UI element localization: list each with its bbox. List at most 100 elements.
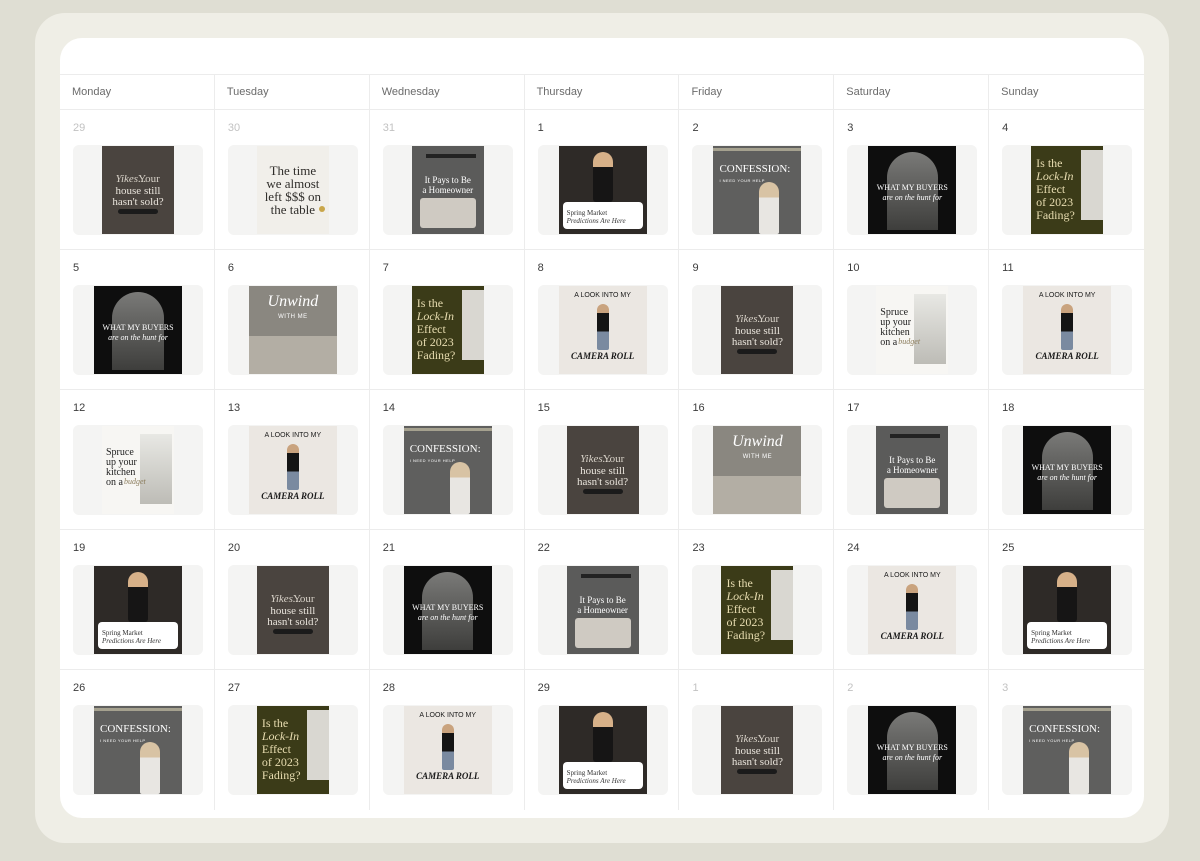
scheduled-post-card[interactable]: Yikes... Your house still hasn't sold? [537,425,668,515]
calendar-day-cell[interactable]: 1 Spring Market Predictions Are Here [525,110,680,249]
post-thumbnail[interactable]: It Pays to Be a Homeowner [876,426,949,514]
scheduled-post-card[interactable]: A LOOK INTO MY CAMERA ROLL [537,285,668,375]
calendar-day-cell[interactable]: 29 Yikes... Your house still hasn't sold? [60,110,215,249]
scheduled-post-card[interactable]: CONFESSION: I NEED YOUR HELP [382,425,513,515]
calendar-day-cell[interactable]: 9 Yikes... Your house still hasn't sold? [679,250,835,389]
post-thumbnail[interactable]: It Pays to Be a Homeowner [566,566,639,654]
post-thumbnail[interactable]: Is the Lock-In Effect of 2023 Fading? [1031,146,1104,234]
post-thumbnail[interactable]: Unwind WITH ME [248,286,337,374]
scheduled-post-card[interactable]: Is the Lock-In Effect of 2023 Fading? [382,285,513,375]
post-thumbnail[interactable]: A LOOK INTO MY CAMERA ROLL [558,286,647,374]
post-thumbnail[interactable]: A LOOK INTO MY CAMERA ROLL [248,426,337,514]
calendar-day-cell[interactable]: 31 It Pays to Be a Homeowner [370,110,525,249]
scheduled-post-card[interactable]: WHAT MY BUYERS are on the hunt for [847,705,978,795]
calendar-day-cell[interactable]: 2 CONFESSION: I NEED YOUR HELP [679,110,835,249]
post-thumbnail[interactable]: WHAT MY BUYERS are on the hunt for [868,146,957,234]
scheduled-post-card[interactable]: Unwind WITH ME [227,285,358,375]
calendar-day-cell[interactable]: 8 A LOOK INTO MY CAMERA ROLL [525,250,680,389]
calendar-day-cell[interactable]: 26 CONFESSION: I NEED YOUR HELP [60,670,215,810]
calendar-day-cell[interactable]: 5 WHAT MY BUYERS are on the hunt for [60,250,215,389]
post-thumbnail[interactable]: It Pays to Be a Homeowner [411,146,484,234]
scheduled-post-card[interactable]: CONFESSION: I NEED YOUR HELP [73,705,203,795]
scheduled-post-card[interactable]: Unwind WITH ME [692,425,823,515]
scheduled-post-card[interactable]: A LOOK INTO MY CAMERA ROLL [1002,285,1133,375]
scheduled-post-card[interactable]: A LOOK INTO MY CAMERA ROLL [847,565,978,655]
scheduled-post-card[interactable]: Yikes... Your house still hasn't sold? [73,145,203,235]
scheduled-post-card[interactable]: Spring Market Predictions Are Here [537,705,668,795]
post-thumbnail[interactable]: Unwind WITH ME [713,426,802,514]
post-thumbnail[interactable]: Yikes... Your house still hasn't sold? [102,146,174,234]
scheduled-post-card[interactable]: CONFESSION: I NEED YOUR HELP [1002,705,1133,795]
scheduled-post-card[interactable]: WHAT MY BUYERS are on the hunt for [73,285,203,375]
calendar-day-cell[interactable]: 2 WHAT MY BUYERS are on the hunt for [834,670,990,810]
scheduled-post-card[interactable]: A LOOK INTO MY CAMERA ROLL [382,705,513,795]
calendar-day-cell[interactable]: 7 Is the Lock-In Effect of 2023 Fading? [370,250,525,389]
calendar-day-cell[interactable]: 6 Unwind WITH ME [215,250,370,389]
calendar-day-cell[interactable]: 14 CONFESSION: I NEED YOUR HELP [370,390,525,529]
scheduled-post-card[interactable]: WHAT MY BUYERS are on the hunt for [382,565,513,655]
post-thumbnail[interactable]: Yikes... Your house still hasn't sold? [566,426,639,514]
calendar-day-cell[interactable]: 21 WHAT MY BUYERS are on the hunt for [370,530,525,669]
scheduled-post-card[interactable]: Yikes... Your house still hasn't sold? [227,565,358,655]
post-thumbnail[interactable]: CONFESSION: I NEED YOUR HELP [1023,706,1112,794]
scheduled-post-card[interactable]: Spruce up your kitchen on a budget [847,285,978,375]
post-thumbnail[interactable]: Spruce up your kitchen on a budget [102,426,174,514]
post-thumbnail[interactable]: A LOOK INTO MY CAMERA ROLL [1023,286,1112,374]
post-thumbnail[interactable]: A LOOK INTO MY CAMERA ROLL [868,566,957,654]
post-thumbnail[interactable]: WHAT MY BUYERS are on the hunt for [868,706,957,794]
calendar-day-cell[interactable]: 12 Spruce up your kitchen on a budget [60,390,215,529]
post-thumbnail[interactable]: Yikes... Your house still hasn't sold? [721,286,794,374]
scheduled-post-card[interactable]: Is the Lock-In Effect of 2023 Fading? [227,705,358,795]
calendar-day-cell[interactable]: 13 A LOOK INTO MY CAMERA ROLL [215,390,370,529]
post-thumbnail[interactable]: Is the Lock-In Effect of 2023 Fading? [256,706,329,794]
scheduled-post-card[interactable]: Spring Market Predictions Are Here [1002,565,1133,655]
post-thumbnail[interactable]: Is the Lock-In Effect of 2023 Fading? [721,566,794,654]
post-thumbnail[interactable]: A LOOK INTO MY CAMERA ROLL [403,706,492,794]
calendar-day-cell[interactable]: 24 A LOOK INTO MY CAMERA ROLL [834,530,990,669]
scheduled-post-card[interactable]: The time we almost left $$$ on the table [227,145,358,235]
scheduled-post-card[interactable]: It Pays to Be a Homeowner [847,425,978,515]
calendar-day-cell[interactable]: 17 It Pays to Be a Homeowner [834,390,990,529]
post-thumbnail[interactable]: WHAT MY BUYERS are on the hunt for [403,566,492,654]
post-thumbnail[interactable]: The time we almost left $$$ on the table [256,146,329,234]
post-thumbnail[interactable]: Spruce up your kitchen on a budget [876,286,949,374]
calendar-day-cell[interactable]: 18 WHAT MY BUYERS are on the hunt for [989,390,1144,529]
post-thumbnail[interactable]: Yikes... Your house still hasn't sold? [256,566,329,654]
scheduled-post-card[interactable]: It Pays to Be a Homeowner [382,145,513,235]
calendar-day-cell[interactable]: 20 Yikes... Your house still hasn't sold? [215,530,370,669]
scheduled-post-card[interactable]: Spring Market Predictions Are Here [537,145,668,235]
post-thumbnail[interactable]: Spring Market Predictions Are Here [558,706,647,794]
calendar-day-cell[interactable]: 11 A LOOK INTO MY CAMERA ROLL [989,250,1144,389]
scheduled-post-card[interactable]: Is the Lock-In Effect of 2023 Fading? [692,565,823,655]
post-thumbnail[interactable]: Spring Market Predictions Are Here [558,146,647,234]
calendar-day-cell[interactable]: 29 Spring Market Predictions Are Here [525,670,680,810]
calendar-day-cell[interactable]: 4 Is the Lock-In Effect of 2023 Fading? [989,110,1144,249]
calendar-day-cell[interactable]: 10 Spruce up your kitchen on a budget [834,250,990,389]
calendar-day-cell[interactable]: 30 The time we almost left $$$ on the table [215,110,370,249]
scheduled-post-card[interactable]: Is the Lock-In Effect of 2023 Fading? [1002,145,1133,235]
calendar-day-cell[interactable]: 25 Spring Market Predictions Are Here [989,530,1144,669]
calendar-day-cell[interactable]: 16 Unwind WITH ME [679,390,835,529]
scheduled-post-card[interactable]: Spruce up your kitchen on a budget [73,425,203,515]
calendar-day-cell[interactable]: 15 Yikes... Your house still hasn't sold? [525,390,680,529]
scheduled-post-card[interactable]: Yikes... Your house still hasn't sold? [692,705,823,795]
scheduled-post-card[interactable]: WHAT MY BUYERS are on the hunt for [847,145,978,235]
post-thumbnail[interactable]: WHAT MY BUYERS are on the hunt for [1023,426,1112,514]
scheduled-post-card[interactable]: A LOOK INTO MY CAMERA ROLL [227,425,358,515]
post-thumbnail[interactable]: CONFESSION: I NEED YOUR HELP [94,706,182,794]
calendar-day-cell[interactable]: 27 Is the Lock-In Effect of 2023 Fading? [215,670,370,810]
post-thumbnail[interactable]: Spring Market Predictions Are Here [1023,566,1112,654]
calendar-day-cell[interactable]: 3 WHAT MY BUYERS are on the hunt for [834,110,990,249]
calendar-day-cell[interactable]: 3 CONFESSION: I NEED YOUR HELP [989,670,1144,810]
scheduled-post-card[interactable]: Spring Market Predictions Are Here [73,565,203,655]
scheduled-post-card[interactable]: It Pays to Be a Homeowner [537,565,668,655]
calendar-day-cell[interactable]: 1 Yikes... Your house still hasn't sold? [679,670,835,810]
calendar-day-cell[interactable]: 19 Spring Market Predictions Are Here [60,530,215,669]
post-thumbnail[interactable]: Is the Lock-In Effect of 2023 Fading? [411,286,484,374]
post-thumbnail[interactable]: CONFESSION: I NEED YOUR HELP [713,146,802,234]
scheduled-post-card[interactable]: WHAT MY BUYERS are on the hunt for [1002,425,1133,515]
calendar-day-cell[interactable]: 28 A LOOK INTO MY CAMERA ROLL [370,670,525,810]
calendar-day-cell[interactable]: 22 It Pays to Be a Homeowner [525,530,680,669]
post-thumbnail[interactable]: Yikes... Your house still hasn't sold? [721,706,794,794]
calendar-day-cell[interactable]: 23 Is the Lock-In Effect of 2023 Fading? [679,530,835,669]
